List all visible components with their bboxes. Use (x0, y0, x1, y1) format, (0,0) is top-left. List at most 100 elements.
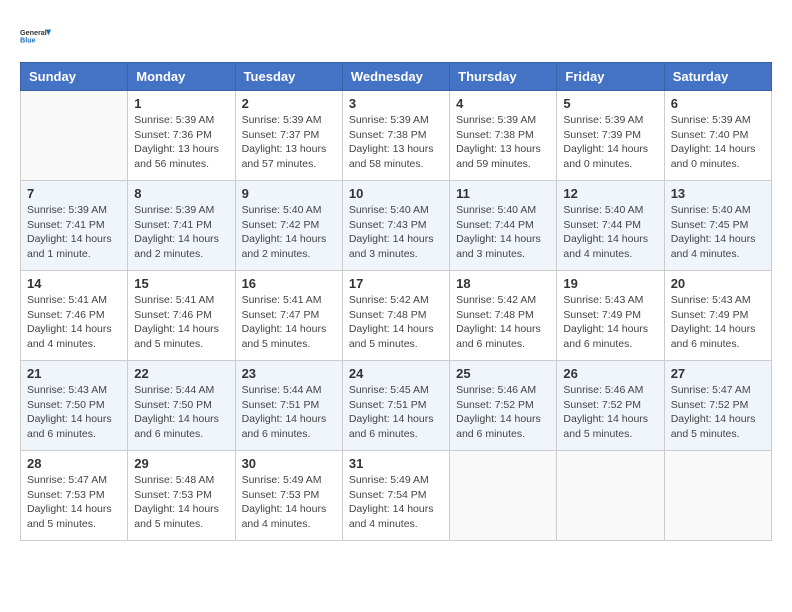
calendar-cell (664, 451, 771, 541)
weekday-header: Monday (128, 63, 235, 91)
calendar-cell: 28 Sunrise: 5:47 AM Sunset: 7:53 PM Dayli… (21, 451, 128, 541)
day-number: 23 (242, 366, 336, 381)
calendar-body: 1 Sunrise: 5:39 AM Sunset: 7:36 PM Daylig… (21, 91, 772, 541)
calendar-cell: 21 Sunrise: 5:43 AM Sunset: 7:50 PM Dayli… (21, 361, 128, 451)
weekday-header: Sunday (21, 63, 128, 91)
day-number: 4 (456, 96, 550, 111)
day-info: Sunrise: 5:43 AM Sunset: 7:49 PM Dayligh… (671, 293, 765, 352)
day-number: 20 (671, 276, 765, 291)
calendar-header-row: SundayMondayTuesdayWednesdayThursdayFrid… (21, 63, 772, 91)
calendar-cell (450, 451, 557, 541)
calendar-cell (557, 451, 664, 541)
day-info: Sunrise: 5:43 AM Sunset: 7:49 PM Dayligh… (563, 293, 657, 352)
weekday-header: Thursday (450, 63, 557, 91)
day-info: Sunrise: 5:41 AM Sunset: 7:46 PM Dayligh… (27, 293, 121, 352)
day-info: Sunrise: 5:43 AM Sunset: 7:50 PM Dayligh… (27, 383, 121, 442)
calendar-cell: 7 Sunrise: 5:39 AM Sunset: 7:41 PM Daylig… (21, 181, 128, 271)
day-info: Sunrise: 5:49 AM Sunset: 7:53 PM Dayligh… (242, 473, 336, 532)
calendar-cell (21, 91, 128, 181)
day-number: 26 (563, 366, 657, 381)
calendar-cell: 2Sunrise: 5:39 AM Sunset: 7:37 PM Daylig… (235, 91, 342, 181)
day-number: 24 (349, 366, 443, 381)
day-number: 31 (349, 456, 443, 471)
weekday-header: Friday (557, 63, 664, 91)
day-info: Sunrise: 5:45 AM Sunset: 7:51 PM Dayligh… (349, 383, 443, 442)
logo: GeneralBlue (20, 20, 52, 52)
day-info: Sunrise: 5:39 AM Sunset: 7:41 PM Dayligh… (134, 203, 228, 262)
calendar-cell: 5 Sunrise: 5:39 AM Sunset: 7:39 PM Daylig… (557, 91, 664, 181)
day-number: 13 (671, 186, 765, 201)
day-info: Sunrise: 5:39 AM Sunset: 7:40 PM Dayligh… (671, 113, 765, 172)
calendar-cell: 20 Sunrise: 5:43 AM Sunset: 7:49 PM Dayli… (664, 271, 771, 361)
day-number: 11 (456, 186, 550, 201)
day-number: 28 (27, 456, 121, 471)
calendar-cell: 29 Sunrise: 5:48 AM Sunset: 7:53 PM Dayli… (128, 451, 235, 541)
day-info: Sunrise: 5:39 AM Sunset: 7:41 PM Dayligh… (27, 203, 121, 262)
day-number: 29 (134, 456, 228, 471)
day-info: Sunrise: 5:39 AM Sunset: 7:39 PM Dayligh… (563, 113, 657, 172)
calendar-week-row: 14Sunrise: 5:41 AM Sunset: 7:46 PM Dayli… (21, 271, 772, 361)
weekday-header: Tuesday (235, 63, 342, 91)
calendar-cell: 11 Sunrise: 5:40 AM Sunset: 7:44 PM Dayli… (450, 181, 557, 271)
calendar-cell: 14Sunrise: 5:41 AM Sunset: 7:46 PM Dayli… (21, 271, 128, 361)
day-number: 19 (563, 276, 657, 291)
day-number: 30 (242, 456, 336, 471)
day-number: 10 (349, 186, 443, 201)
day-info: Sunrise: 5:47 AM Sunset: 7:52 PM Dayligh… (671, 383, 765, 442)
calendar-table: SundayMondayTuesdayWednesdayThursdayFrid… (20, 62, 772, 541)
calendar-cell: 4 Sunrise: 5:39 AM Sunset: 7:38 PM Daylig… (450, 91, 557, 181)
weekday-header: Wednesday (342, 63, 449, 91)
calendar-cell: 15 Sunrise: 5:41 AM Sunset: 7:46 PM Dayli… (128, 271, 235, 361)
day-number: 12 (563, 186, 657, 201)
day-info: Sunrise: 5:39 AM Sunset: 7:37 PM Dayligh… (242, 113, 336, 172)
day-number: 21 (27, 366, 121, 381)
day-info: Sunrise: 5:40 AM Sunset: 7:44 PM Dayligh… (456, 203, 550, 262)
day-number: 18 (456, 276, 550, 291)
calendar-cell: 18 Sunrise: 5:42 AM Sunset: 7:48 PM Dayli… (450, 271, 557, 361)
day-number: 5 (563, 96, 657, 111)
calendar-cell: 26Sunrise: 5:46 AM Sunset: 7:52 PM Dayli… (557, 361, 664, 451)
day-info: Sunrise: 5:39 AM Sunset: 7:36 PM Dayligh… (134, 113, 228, 172)
calendar-cell: 12 Sunrise: 5:40 AM Sunset: 7:44 PM Dayli… (557, 181, 664, 271)
calendar-cell: 6 Sunrise: 5:39 AM Sunset: 7:40 PM Daylig… (664, 91, 771, 181)
day-number: 22 (134, 366, 228, 381)
day-number: 3 (349, 96, 443, 111)
day-number: 1 (134, 96, 228, 111)
day-number: 7 (27, 186, 121, 201)
day-info: Sunrise: 5:48 AM Sunset: 7:53 PM Dayligh… (134, 473, 228, 532)
calendar-cell: 13 Sunrise: 5:40 AM Sunset: 7:45 PM Dayli… (664, 181, 771, 271)
day-info: Sunrise: 5:40 AM Sunset: 7:42 PM Dayligh… (242, 203, 336, 262)
svg-text:Blue: Blue (20, 35, 36, 44)
day-info: Sunrise: 5:42 AM Sunset: 7:48 PM Dayligh… (456, 293, 550, 352)
day-info: Sunrise: 5:41 AM Sunset: 7:46 PM Dayligh… (134, 293, 228, 352)
day-number: 16 (242, 276, 336, 291)
day-info: Sunrise: 5:40 AM Sunset: 7:44 PM Dayligh… (563, 203, 657, 262)
day-info: Sunrise: 5:46 AM Sunset: 7:52 PM Dayligh… (456, 383, 550, 442)
day-number: 15 (134, 276, 228, 291)
day-info: Sunrise: 5:49 AM Sunset: 7:54 PM Dayligh… (349, 473, 443, 532)
calendar-cell: 31 Sunrise: 5:49 AM Sunset: 7:54 PM Dayli… (342, 451, 449, 541)
calendar-week-row: 1 Sunrise: 5:39 AM Sunset: 7:36 PM Daylig… (21, 91, 772, 181)
day-info: Sunrise: 5:40 AM Sunset: 7:45 PM Dayligh… (671, 203, 765, 262)
calendar-cell: 27 Sunrise: 5:47 AM Sunset: 7:52 PM Dayli… (664, 361, 771, 451)
calendar-cell: 3 Sunrise: 5:39 AM Sunset: 7:38 PM Daylig… (342, 91, 449, 181)
calendar-cell: 10Sunrise: 5:40 AM Sunset: 7:43 PM Dayli… (342, 181, 449, 271)
day-info: Sunrise: 5:39 AM Sunset: 7:38 PM Dayligh… (456, 113, 550, 172)
calendar-cell: 1 Sunrise: 5:39 AM Sunset: 7:36 PM Daylig… (128, 91, 235, 181)
day-number: 27 (671, 366, 765, 381)
calendar-cell: 23Sunrise: 5:44 AM Sunset: 7:51 PM Dayli… (235, 361, 342, 451)
calendar-cell: 16 Sunrise: 5:41 AM Sunset: 7:47 PM Dayli… (235, 271, 342, 361)
calendar-cell: 17Sunrise: 5:42 AM Sunset: 7:48 PM Dayli… (342, 271, 449, 361)
calendar-week-row: 21 Sunrise: 5:43 AM Sunset: 7:50 PM Dayli… (21, 361, 772, 451)
calendar-cell: 19 Sunrise: 5:43 AM Sunset: 7:49 PM Dayli… (557, 271, 664, 361)
day-number: 6 (671, 96, 765, 111)
calendar-week-row: 28 Sunrise: 5:47 AM Sunset: 7:53 PM Dayli… (21, 451, 772, 541)
day-info: Sunrise: 5:41 AM Sunset: 7:47 PM Dayligh… (242, 293, 336, 352)
calendar-cell: 24 Sunrise: 5:45 AM Sunset: 7:51 PM Dayli… (342, 361, 449, 451)
day-info: Sunrise: 5:47 AM Sunset: 7:53 PM Dayligh… (27, 473, 121, 532)
calendar-cell: 8 Sunrise: 5:39 AM Sunset: 7:41 PM Daylig… (128, 181, 235, 271)
day-number: 8 (134, 186, 228, 201)
day-info: Sunrise: 5:39 AM Sunset: 7:38 PM Dayligh… (349, 113, 443, 172)
day-number: 9 (242, 186, 336, 201)
calendar-cell: 22Sunrise: 5:44 AM Sunset: 7:50 PM Dayli… (128, 361, 235, 451)
